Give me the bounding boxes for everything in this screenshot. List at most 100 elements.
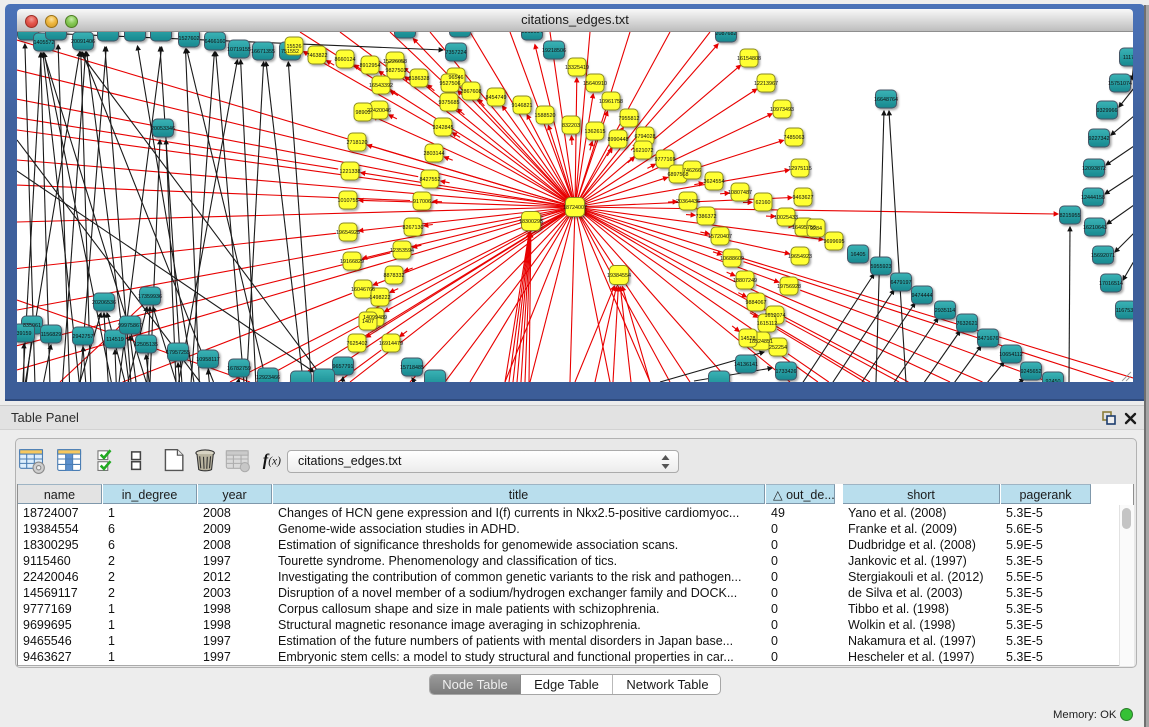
svg-text:1407: 1407 [362,319,374,325]
svg-text:14528: 14528 [741,336,756,342]
svg-text:10654112: 10654112 [999,352,1023,358]
svg-text:39159: 39159 [17,331,32,337]
svg-text:835061: 835061 [23,323,41,329]
svg-text:1498222: 1498222 [370,295,391,301]
svg-text:18807249: 18807249 [733,278,757,284]
svg-text:1615112: 1615112 [757,321,778,327]
svg-text:16046766: 16046766 [351,287,375,293]
svg-text:12213967: 12213967 [754,81,778,87]
svg-text:1612074: 1612074 [765,313,786,319]
svg-text:7485063: 7485063 [784,135,805,141]
svg-text:8878332: 8878332 [384,273,405,279]
svg-text:7386372: 7386372 [696,214,717,220]
svg-text:10961758: 10961758 [599,99,623,105]
svg-text:10025433: 10025433 [774,215,798,221]
svg-text:16671355: 16671355 [251,49,275,55]
svg-text:2087682: 2087682 [716,32,737,37]
svg-text:8660124: 8660124 [335,57,356,63]
svg-text:12353594: 12353594 [390,248,414,254]
svg-text:17957255: 17957255 [166,350,190,356]
svg-text:9827503: 9827503 [386,68,407,74]
svg-text:9245652: 9245652 [1021,369,1042,375]
svg-text:16782759: 16782759 [227,366,251,372]
svg-text:19654925: 19654925 [336,230,360,236]
svg-text:13325419: 13325419 [565,65,589,71]
svg-text:7357224: 7357224 [446,50,467,56]
svg-text:15692071: 15692071 [1091,253,1115,259]
svg-text:6479197: 6479197 [891,280,912,286]
svg-text:19384554: 19384554 [607,273,631,279]
svg-text:19166829: 19166829 [340,259,364,265]
svg-text:18300295: 18300295 [519,219,543,225]
svg-text:6794028: 6794028 [635,134,656,140]
svg-text:17016514: 17016514 [1099,281,1123,287]
svg-text:16543392: 16543392 [369,83,393,89]
svg-text:2718120: 2718120 [347,140,368,146]
svg-text:10958117: 10958117 [196,357,220,363]
svg-text:20206536: 20206536 [92,300,116,306]
svg-text:8267130: 8267130 [403,225,424,231]
svg-text:8427552: 8427552 [420,177,441,183]
svg-text:9777169: 9777169 [655,157,676,163]
svg-text:10719155: 10719155 [227,47,251,53]
svg-text:16154808: 16154808 [737,56,761,62]
svg-text:8990448: 8990448 [608,137,629,143]
svg-text:20091406: 20091406 [71,39,95,45]
svg-text:9146821: 9146821 [512,103,533,109]
svg-text:114519: 114519 [106,337,124,343]
svg-text:14136141: 14136141 [734,362,758,368]
svg-text:16210643: 16210643 [1083,225,1107,231]
svg-text:15226058: 15226058 [383,59,407,65]
svg-text:9227342: 9227342 [1089,136,1110,142]
svg-text:1621072: 1621072 [633,148,654,154]
svg-text:15751074: 15751074 [1108,81,1132,87]
svg-text:15640910: 15640910 [583,81,607,87]
svg-text:9699695: 9699695 [824,239,845,245]
svg-text:20364436: 20364436 [676,199,700,205]
svg-text:252254: 252254 [769,345,787,351]
svg-text:98903: 98903 [356,110,371,116]
svg-text:18724007: 18724007 [563,205,587,211]
svg-text:62160: 62160 [756,200,771,206]
svg-text:9474444: 9474444 [912,293,933,299]
svg-text:99975867: 99975867 [118,323,142,329]
svg-text:2867608: 2867608 [461,89,482,95]
svg-text:15526: 15526 [287,44,302,50]
svg-text:19654923: 19654923 [788,254,812,260]
svg-text:9329966: 9329966 [1097,108,1118,114]
svg-text:1527602: 1527602 [179,36,200,42]
svg-text:8215955: 8215955 [1060,213,1081,219]
svg-text:7463822: 7463822 [307,53,328,59]
svg-text:1588520: 1588520 [535,113,556,119]
svg-text:1167533: 1167533 [1116,308,1133,314]
svg-text:7625402: 7625402 [347,341,368,347]
svg-text:1733426: 1733426 [776,369,797,375]
svg-text:17359936: 17359936 [138,294,162,300]
svg-text:8912954: 8912954 [360,63,381,69]
svg-text:10973493: 10973493 [770,107,794,113]
svg-text:9242845: 9242845 [433,125,454,131]
svg-text:16033809: 16033809 [393,32,417,33]
svg-text:12923466: 12923466 [256,375,280,381]
svg-text:2935114: 2935114 [935,308,956,314]
svg-text:6466160: 6466160 [205,39,226,45]
svg-text:1405572: 1405572 [34,40,55,46]
svg-text:746266: 746266 [683,168,701,174]
svg-text:7632621: 7632621 [957,321,978,327]
svg-text:12444158: 12444158 [1081,195,1105,201]
svg-text:1362615: 1362615 [585,129,606,135]
svg-text:10688609: 10688609 [720,256,744,262]
svg-text:22420046: 22420046 [367,108,391,114]
svg-text:2803144: 2803144 [424,151,445,157]
svg-text:1156829: 1156829 [41,332,62,338]
svg-text:8471676: 8471676 [978,336,999,342]
svg-text:5955923: 5955923 [871,264,892,270]
svg-text:9657791: 9657791 [333,364,354,370]
svg-text:12093872: 12093872 [1082,166,1106,172]
svg-text:12975115: 12975115 [788,166,812,172]
svg-text:832203: 832203 [562,123,580,129]
svg-text:8186328: 8186328 [409,76,430,82]
svg-text:917006: 917006 [413,199,431,205]
svg-text:16914479: 16914479 [379,341,403,347]
svg-text:1221338: 1221338 [340,169,361,175]
